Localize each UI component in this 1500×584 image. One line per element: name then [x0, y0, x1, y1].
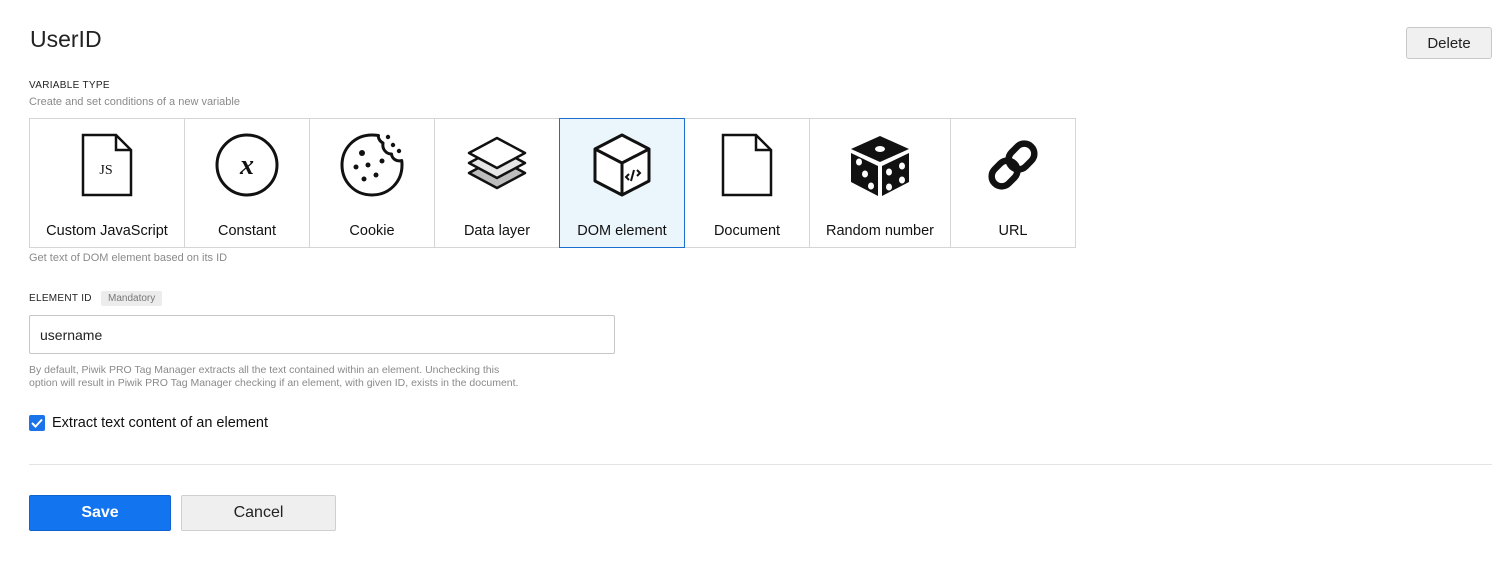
variable-type-picker: JS Custom JavaScript x Constant Cookie D…: [29, 118, 1076, 248]
divider: [29, 464, 1492, 465]
type-label-data-layer: Data layer: [463, 223, 531, 239]
extract-text-option[interactable]: Extract text content of an element: [29, 415, 268, 431]
save-button[interactable]: Save: [29, 495, 171, 531]
type-card-data-layer[interactable]: Data layer: [434, 118, 560, 248]
page-title: UserID: [30, 26, 102, 52]
element-id-label: ELEMENT ID: [29, 293, 92, 304]
variable-type-hint: Create and set conditions of a new varia…: [29, 96, 240, 108]
type-card-document[interactable]: Document: [684, 118, 810, 248]
checkmark-icon: [31, 418, 43, 428]
type-card-custom-javascript[interactable]: JS Custom JavaScript: [29, 118, 185, 248]
custom-javascript-icon: JS: [72, 129, 142, 201]
type-label-cookie: Cookie: [349, 223, 395, 239]
dom-element-icon: [587, 129, 657, 201]
mandatory-badge: Mandatory: [101, 291, 163, 306]
type-label-custom-javascript: Custom JavaScript: [46, 223, 168, 239]
type-label-random-number: Random number: [826, 223, 934, 239]
extract-text-checkbox[interactable]: [29, 415, 45, 431]
cookie-icon: [337, 129, 407, 201]
type-card-random-number[interactable]: Random number: [809, 118, 951, 248]
variable-type-label: VARIABLE TYPE: [29, 80, 110, 91]
type-card-cookie[interactable]: Cookie: [309, 118, 435, 248]
type-label-url: URL: [998, 223, 1028, 239]
js-glyph: JS: [99, 163, 112, 178]
x-glyph: x: [239, 150, 254, 181]
extract-description: By default, Piwik PRO Tag Manager extrac…: [29, 364, 519, 389]
type-card-constant[interactable]: x Constant: [184, 118, 310, 248]
document-icon: [712, 129, 782, 201]
data-layer-icon: [462, 129, 532, 201]
dice-icon: [845, 129, 915, 201]
selected-type-hint: Get text of DOM element based on its ID: [29, 252, 228, 264]
variable-editor: UserID Delete VARIABLE TYPE Create and s…: [0, 0, 1500, 584]
type-label-document: Document: [713, 223, 781, 239]
extract-text-label: Extract text content of an element: [52, 415, 269, 431]
type-label-dom-element: DOM element: [577, 223, 667, 239]
link-icon: [978, 129, 1048, 201]
delete-button[interactable]: Delete: [1406, 27, 1492, 59]
cancel-button[interactable]: Cancel: [181, 495, 336, 531]
constant-icon: x: [212, 129, 282, 201]
type-card-dom-element[interactable]: DOM element: [559, 118, 685, 248]
element-id-input[interactable]: [29, 315, 615, 354]
type-card-url[interactable]: URL: [950, 118, 1076, 248]
type-label-constant: Constant: [217, 223, 277, 239]
